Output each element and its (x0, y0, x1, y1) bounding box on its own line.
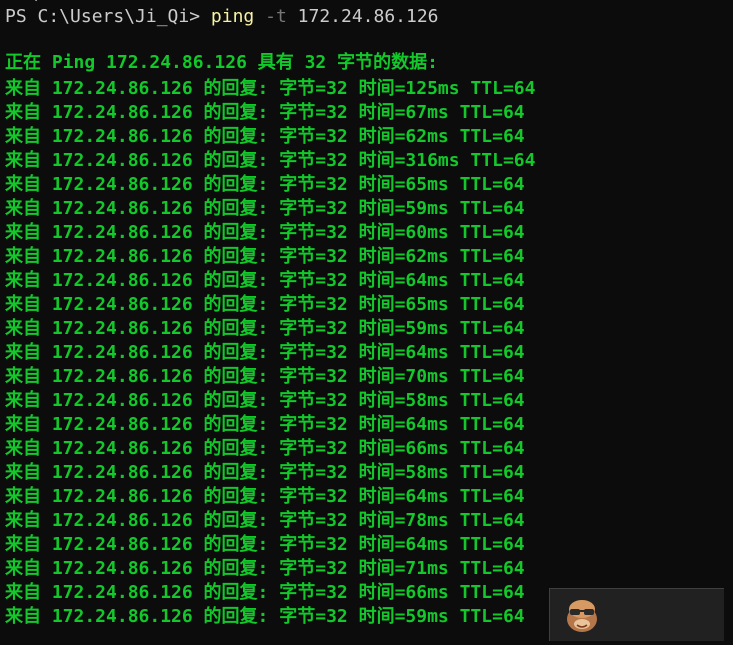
reply-line: 来自 172.24.86.126 的回复: 字节=32 时间=71ms TTL=… (5, 558, 525, 579)
reply-line: 来自 172.24.86.126 的回复: 字节=32 时间=60ms TTL=… (5, 222, 525, 243)
clipped-previous-line: \ ~ ~ (6, 0, 104, 4)
reply-line: 来自 172.24.86.126 的回复: 字节=32 时间=59ms TTL=… (5, 198, 525, 219)
prompt-line: PS C:\Users\Ji_Qi> ping -t 172.24.86.126 (5, 5, 439, 29)
command-target: 172.24.86.126 (297, 6, 439, 27)
command-flag: -t (265, 6, 287, 27)
ping-header: 正在 Ping 172.24.86.126 具有 32 字节的数据: (5, 52, 438, 73)
reply-line: 来自 172.24.86.126 的回复: 字节=32 时间=125ms TTL… (5, 78, 536, 99)
reply-line: 来自 172.24.86.126 的回复: 字节=32 时间=64ms TTL=… (5, 534, 525, 555)
reply-line: 来自 172.24.86.126 的回复: 字节=32 时间=65ms TTL=… (5, 294, 525, 315)
reply-line: 来自 172.24.86.126 的回复: 字节=32 时间=64ms TTL=… (5, 414, 525, 435)
reply-line: 来自 172.24.86.126 的回复: 字节=32 时间=316ms TTL… (5, 150, 536, 171)
reply-line: 来自 172.24.86.126 的回复: 字节=32 时间=66ms TTL=… (5, 438, 525, 459)
reply-line: 来自 172.24.86.126 的回复: 字节=32 时间=58ms TTL=… (5, 462, 525, 483)
terminal-window[interactable]: \ ~ ~ PS C:\Users\Ji_Qi> ping -t 172.24.… (0, 0, 733, 645)
reply-line: 来自 172.24.86.126 的回复: 字节=32 时间=62ms TTL=… (5, 126, 525, 147)
command-name: ping (210, 6, 255, 27)
reply-line: 来自 172.24.86.126 的回复: 字节=32 时间=62ms TTL=… (5, 246, 525, 267)
avatar-icon (567, 600, 597, 632)
reply-line: 来自 172.24.86.126 的回复: 字节=32 时间=64ms TTL=… (5, 486, 525, 507)
reply-line: 来自 172.24.86.126 的回复: 字节=32 时间=67ms TTL=… (5, 102, 525, 123)
watermark-overlay (549, 588, 724, 641)
reply-line: 来自 172.24.86.126 的回复: 字节=32 时间=64ms TTL=… (5, 342, 525, 363)
reply-line: 来自 172.24.86.126 的回复: 字节=32 时间=66ms TTL=… (5, 582, 525, 603)
reply-line: 来自 172.24.86.126 的回复: 字节=32 时间=78ms TTL=… (5, 510, 525, 531)
reply-line: 来自 172.24.86.126 的回复: 字节=32 时间=58ms TTL=… (5, 390, 525, 411)
reply-line: 来自 172.24.86.126 的回复: 字节=32 时间=65ms TTL=… (5, 174, 525, 195)
reply-line: 来自 172.24.86.126 的回复: 字节=32 时间=70ms TTL=… (5, 366, 525, 387)
reply-line: 来自 172.24.86.126 的回复: 字节=32 时间=59ms TTL=… (5, 318, 525, 339)
prompt-path: PS C:\Users\Ji_Qi> (5, 6, 211, 27)
reply-line: 来自 172.24.86.126 的回复: 字节=32 时间=64ms TTL=… (5, 270, 525, 291)
reply-line: 来自 172.24.86.126 的回复: 字节=32 时间=59ms TTL=… (5, 606, 525, 627)
